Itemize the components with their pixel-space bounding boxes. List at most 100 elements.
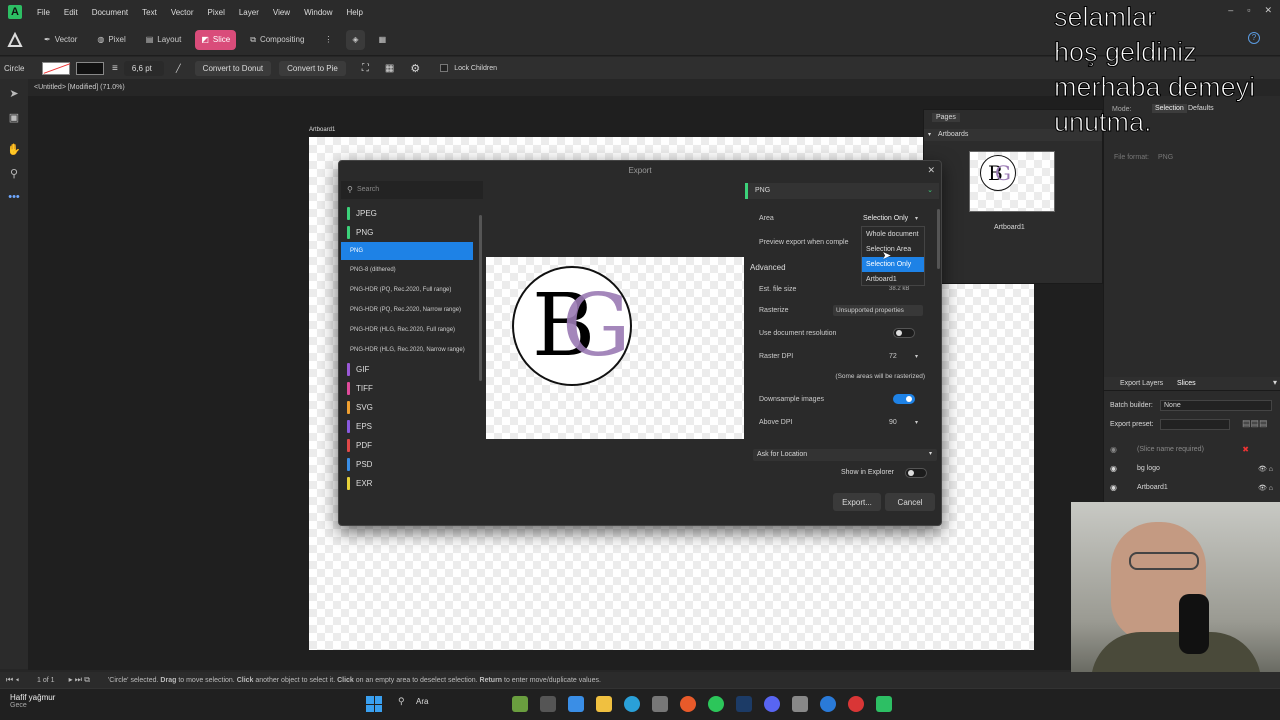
page-nav-icons[interactable]: ⏮ ◂ — [6, 675, 19, 685]
edge-icon[interactable] — [624, 696, 640, 712]
persona-pixel[interactable]: ◍ Pixel — [91, 30, 131, 50]
assistant-icon[interactable]: ◈ — [346, 29, 365, 50]
area-option[interactable]: Whole document — [862, 227, 924, 242]
slice-row[interactable]: ◉ (Slice name required) ✖ — [1104, 440, 1280, 459]
move-tool-icon[interactable]: ➤ — [0, 81, 28, 105]
location-select[interactable]: Ask for Location ▾ — [753, 449, 937, 461]
panel-collapse-icon[interactable]: ▾ — [1273, 378, 1277, 387]
folder-icon[interactable] — [596, 696, 612, 712]
menu-layer[interactable]: Layer — [232, 8, 266, 17]
affinity-taskbar-icon[interactable] — [876, 696, 892, 712]
tab-slices[interactable]: Slices — [1177, 380, 1196, 387]
menu-document[interactable]: Document — [85, 8, 135, 17]
search-input[interactable]: Search — [357, 186, 379, 193]
menu-pixel[interactable]: Pixel — [201, 8, 232, 17]
chevron-down-icon[interactable]: ▾ — [915, 419, 918, 426]
steam-icon[interactable] — [736, 696, 752, 712]
area-select[interactable]: Selection Only — [863, 215, 908, 222]
search-icon[interactable]: ⚲ — [398, 696, 405, 707]
hand-tool-icon[interactable]: ✋ — [0, 137, 28, 161]
file-format-value[interactable]: PNG — [1158, 154, 1173, 161]
visibility-eye-icon[interactable]: 👁 ⌂ — [1258, 484, 1273, 492]
windows-start-icon[interactable] — [366, 696, 382, 712]
stroke-style-icon[interactable]: ≡ — [112, 63, 118, 74]
more-icon[interactable]: ⋮ — [318, 30, 338, 50]
png-variant[interactable]: PNG-8 (dithered) — [341, 260, 473, 280]
settings-chevron-icon[interactable]: ⌄ — [927, 186, 933, 194]
discord-icon[interactable] — [764, 696, 780, 712]
chevron-down-icon[interactable]: ▾ — [915, 353, 918, 360]
transform-icon[interactable]: ⛶ — [362, 63, 369, 74]
area-option-selected[interactable]: Selection Only — [862, 257, 924, 272]
format-exr[interactable]: EXR — [341, 474, 473, 493]
format-list-scrollbar[interactable] — [479, 215, 482, 381]
format-eps[interactable]: EPS — [341, 417, 473, 436]
more-tools-icon[interactable]: ••• — [0, 185, 28, 209]
persona-vector[interactable]: ✒ Vector — [38, 30, 83, 50]
area-option[interactable]: Selection Area — [862, 242, 924, 257]
format-tiff[interactable]: TIFF — [341, 379, 473, 398]
png-variant[interactable]: PNG-HDR (HLG, Rec.2020, Full range) — [341, 320, 473, 340]
taskbar-app-icon[interactable] — [848, 696, 864, 712]
tab-export-layers[interactable]: Export Layers — [1120, 380, 1163, 387]
search-box[interactable]: ⚲ Search — [341, 181, 483, 199]
stroke-swatch[interactable] — [76, 61, 104, 75]
visibility-eye-icon[interactable]: 👁 ⌂ — [1258, 465, 1273, 473]
taskbar-app-icon[interactable] — [540, 696, 556, 712]
taskbar-app-icon[interactable] — [792, 696, 808, 712]
dialog-close-icon[interactable]: ✕ — [927, 165, 935, 176]
format-pdf[interactable]: PDF — [341, 436, 473, 455]
raster-dpi-field[interactable]: 72 — [889, 353, 897, 360]
menu-file[interactable]: File — [30, 8, 57, 17]
artboard-thumbnail[interactable]: B G — [969, 151, 1055, 212]
taskbar-app-icon[interactable] — [512, 696, 528, 712]
rasterize-select[interactable]: Unsupported properties — [833, 304, 923, 316]
use-doc-resolution-toggle[interactable] — [893, 328, 915, 338]
persona-slice[interactable]: ◩ Slice — [195, 29, 237, 50]
menu-help[interactable]: Help — [340, 8, 370, 17]
settings-scrollbar[interactable] — [937, 209, 940, 269]
menu-text[interactable]: Text — [135, 8, 164, 17]
whatsapp-icon[interactable] — [708, 696, 724, 712]
cancel-button[interactable]: Cancel — [885, 493, 935, 511]
stroke-size-field[interactable]: 6,6 pt — [123, 60, 164, 76]
above-dpi-field[interactable]: 90 — [889, 419, 897, 426]
snapping-grid-icon[interactable]: ▦ — [385, 63, 394, 74]
slice-tool-icon[interactable]: ▣ — [0, 105, 28, 129]
png-variant[interactable]: PNG-HDR (PQ, Rec.2020, Narrow range) — [341, 300, 473, 320]
lock-children-checkbox[interactable] — [440, 64, 449, 72]
menu-view[interactable]: View — [266, 8, 297, 17]
preset-buttons-icon[interactable]: ▤▤▤ — [1242, 418, 1268, 429]
png-variant[interactable]: PNG-HDR (PQ, Rec.2020, Full range) — [341, 280, 473, 300]
format-svg[interactable]: SVG — [341, 398, 473, 417]
menu-window[interactable]: Window — [297, 8, 339, 17]
convert-to-donut-button[interactable]: Convert to Donut — [194, 60, 272, 76]
format-psd[interactable]: PSD — [341, 455, 473, 474]
format-png[interactable]: PNG — [341, 223, 473, 242]
taskbar-search[interactable]: Ara — [416, 697, 428, 706]
grid-icon[interactable]: ▦ — [373, 30, 393, 50]
slice-row[interactable]: ◉ bg logo 👁 ⌂ — [1104, 459, 1280, 478]
zoom-tool-icon[interactable]: ⚲ — [0, 161, 28, 185]
menu-edit[interactable]: Edit — [57, 8, 85, 17]
taskbar-app-icon[interactable] — [820, 696, 836, 712]
export-preset-select[interactable] — [1160, 419, 1230, 430]
firefox-icon[interactable] — [680, 696, 696, 712]
export-button[interactable]: Export... — [833, 493, 881, 511]
show-in-explorer-toggle[interactable] — [905, 468, 927, 478]
downsample-toggle[interactable] — [893, 394, 915, 404]
weather-widget[interactable]: Hafif yağmur Gece — [10, 693, 55, 709]
store-icon[interactable] — [652, 696, 668, 712]
settings-gear-icon[interactable]: ⚙ — [410, 62, 420, 75]
slice-row[interactable]: ◉ Artboard1 👁 ⌂ — [1104, 478, 1280, 497]
pen-icon[interactable]: ╱ — [176, 64, 181, 73]
menu-vector[interactable]: Vector — [164, 8, 201, 17]
persona-layout[interactable]: ▤ Layout — [140, 30, 188, 50]
area-option[interactable]: Artboard1 — [862, 272, 924, 287]
fill-swatch[interactable] — [42, 61, 71, 75]
convert-to-pie-button[interactable]: Convert to Pie — [279, 60, 346, 76]
tab-pages[interactable]: Pages — [932, 113, 960, 122]
taskbar-app-icon[interactable] — [568, 696, 584, 712]
format-gif[interactable]: GIF — [341, 360, 473, 379]
png-variant[interactable]: PNG-HDR (HLG, Rec.2020, Narrow range) — [341, 340, 473, 360]
